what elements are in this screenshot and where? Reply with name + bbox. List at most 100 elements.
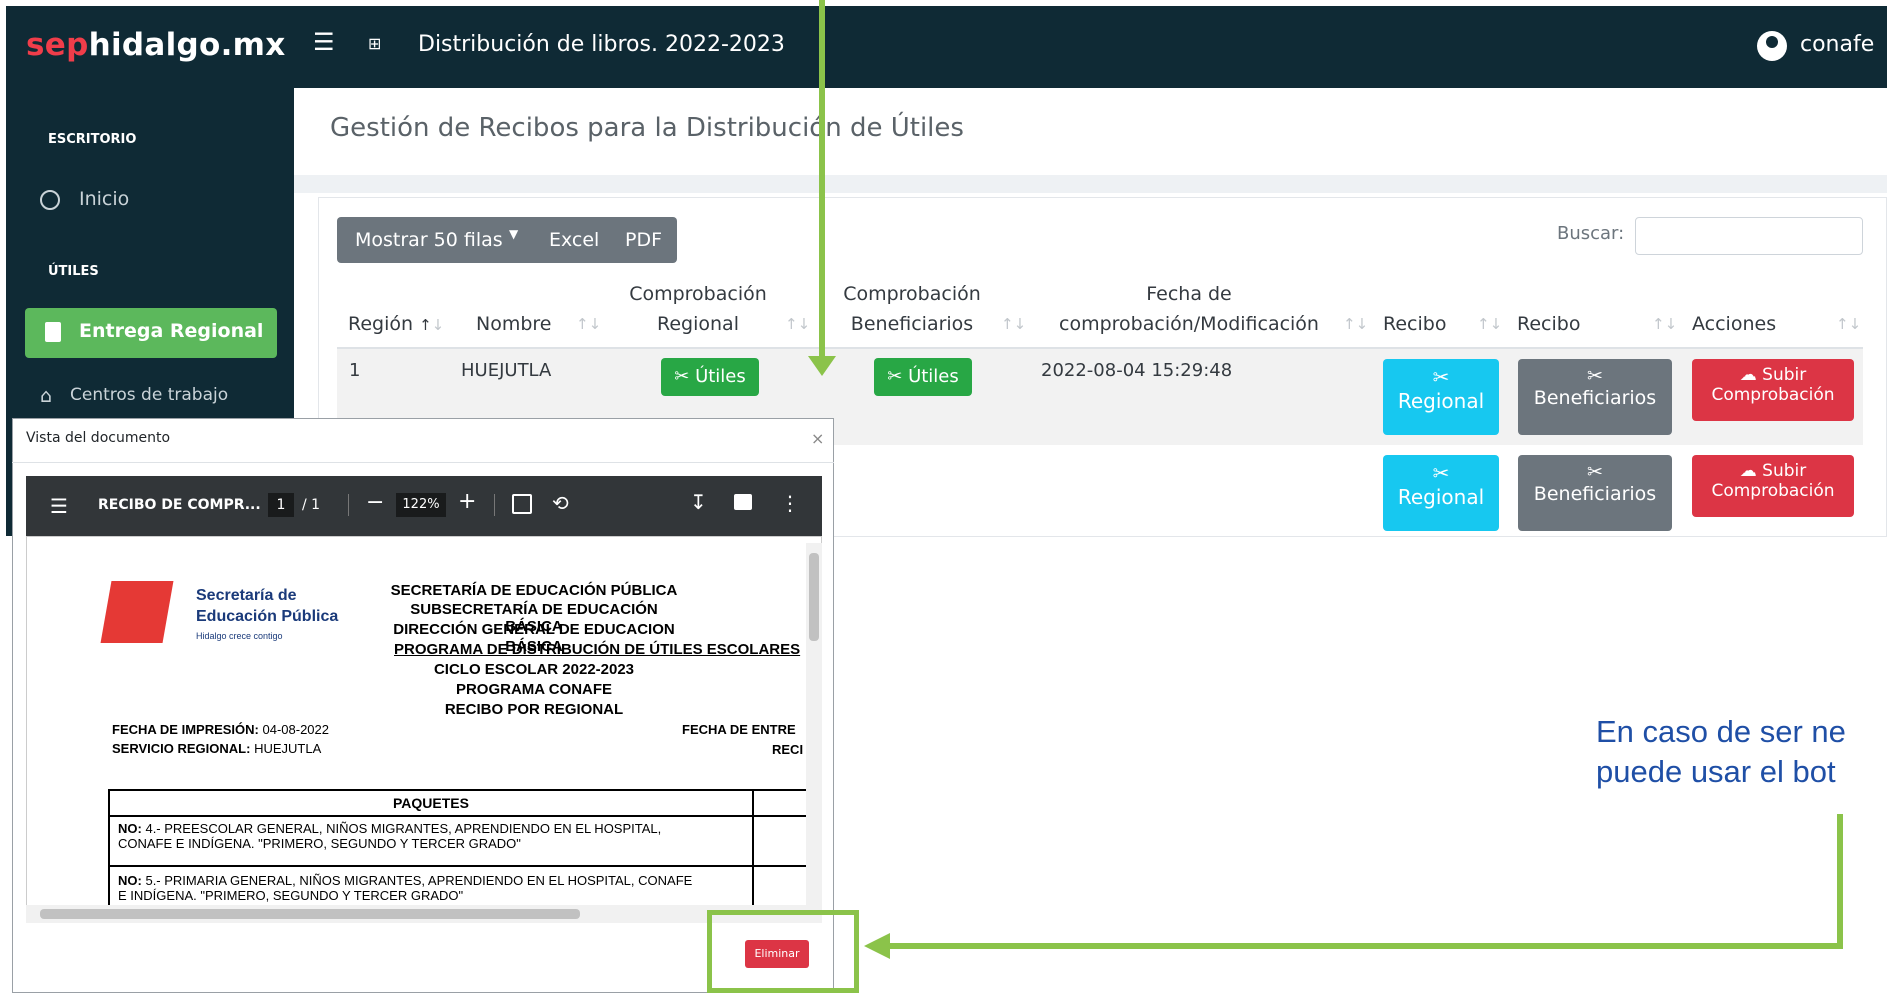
th-recibo-2[interactable]: Recibo — [1517, 309, 1580, 339]
org-slogan: Hidalgo crece contigo — [196, 631, 283, 641]
annotation-arrow-line — [890, 943, 1843, 949]
search-input[interactable] — [1635, 217, 1863, 255]
pdf-toolbar: ☰ RECIBO DE COMPR... 1 / 1 − 122% + ⟲ ↧ … — [26, 476, 822, 536]
org-name-1: Secretaría de — [196, 587, 297, 604]
fit-page-icon[interactable] — [512, 494, 532, 514]
utiles-beneficiarios-button[interactable]: ✂ Útiles — [874, 358, 972, 396]
close-icon[interactable]: × — [811, 429, 824, 448]
th-fecha[interactable]: Fecha de comprobación/Modificación — [1046, 279, 1332, 339]
package-5: NO: 5.- PRIMARIA GENERAL, NIÑOS MIGRANTE… — [118, 873, 693, 903]
vertical-scrollbar[interactable] — [806, 543, 822, 913]
scissors-icon: ✂ — [887, 366, 903, 387]
annotation-arrowhead — [808, 356, 836, 376]
pdf-button[interactable]: PDF — [625, 229, 662, 251]
cell-nombre: HUEJUTLA — [461, 360, 552, 381]
recibo-regional-button[interactable]: ✂ Regional — [1383, 359, 1499, 435]
toolbar-divider — [494, 494, 495, 516]
site-logo[interactable]: sephidalgo.mx — [26, 27, 286, 63]
zoom-level[interactable]: 122% — [396, 493, 446, 517]
th-comprobacion-regional[interactable]: Comprobación Regional — [620, 279, 776, 339]
recibo-beneficiarios-button[interactable]: ✂ Beneficiarios — [1518, 359, 1672, 435]
home-icon: ⌂ — [40, 385, 53, 407]
packages-table: PAQUETES NO: 4.- PREESCOLAR GENERAL, NIÑ… — [108, 789, 806, 911]
packages-header: PAQUETES — [393, 795, 469, 811]
subir-comprobacion-button[interactable]: ☁ Subir Comprobación — [1692, 455, 1854, 517]
sort-icon: ↑↓ — [1477, 315, 1503, 333]
page-title: Gestión de Recibos para la Distribución … — [330, 113, 964, 143]
sidebar-section-utiles: ÚTILES — [48, 264, 99, 279]
recibo-beneficiarios-button[interactable]: ✂ Beneficiarios — [1518, 455, 1672, 531]
pdf-page: Secretaría de Educación Pública Hidalgo … — [34, 543, 806, 911]
page-number-input[interactable]: 1 — [268, 493, 294, 517]
rows-dropdown-button[interactable]: Mostrar 50 filas — [355, 229, 503, 251]
sidebar-item-centros[interactable]: Centros de trabajo — [70, 385, 228, 405]
doc-heading-4: PROGRAMA DE DISTRIBUCIÓN DE ÚTILES ESCOL… — [394, 641, 801, 658]
sort-icon: ↑↓ — [1836, 315, 1862, 333]
user-avatar-icon[interactable] — [1757, 31, 1787, 61]
modal-divider — [12, 462, 834, 463]
doc-recibe: RECI — [772, 742, 804, 757]
zoom-out-icon[interactable]: − — [366, 490, 384, 515]
modal-title: Vista del documento — [26, 430, 171, 446]
pdf-filename: RECIBO DE COMPR... — [98, 497, 261, 513]
sidebar-item-label: Entrega Regional — [79, 320, 264, 342]
dashboard-icon — [40, 190, 60, 210]
zoom-in-icon[interactable]: + — [458, 489, 476, 514]
scissors-icon: ✂ — [1587, 365, 1603, 387]
grid-icon: ⊞ — [368, 34, 382, 53]
table-divider — [752, 791, 754, 911]
export-button-group: Mostrar 50 filas ▼ Excel PDF — [337, 217, 677, 263]
page-total: / 1 — [302, 497, 321, 513]
sidebar-item-entrega-regional[interactable]: Entrega Regional — [25, 308, 277, 358]
th-region[interactable]: Región ↑↓ — [348, 309, 444, 340]
annotation-arrow-line — [1837, 814, 1843, 949]
download-icon[interactable]: ↧ — [690, 490, 707, 514]
annotation-note: En caso de ser ne puede usar el bot — [1596, 714, 1846, 789]
search-label: Buscar: — [1557, 223, 1625, 244]
table-rule — [110, 865, 806, 867]
scissors-icon: ✂ — [1587, 461, 1603, 483]
scroll-thumb[interactable] — [40, 909, 580, 919]
sidebar-section-escritorio: ESCRITORIO — [48, 132, 137, 147]
sort-icon: ↑↓ — [1652, 315, 1678, 333]
app-title: Distribución de libros. 2022-2023 — [418, 32, 785, 57]
doc-servicio-regional: SERVICIO REGIONAL: HUEJUTLA — [112, 741, 322, 756]
doc-heading-5: CICLO ESCOLAR 2022-2023 — [433, 661, 635, 678]
rotate-icon[interactable]: ⟲ — [552, 491, 569, 515]
user-name[interactable]: conafe — [1800, 32, 1874, 57]
toolbar-divider — [348, 494, 349, 516]
sep-logo — [100, 581, 174, 643]
horizontal-scrollbar[interactable] — [26, 905, 822, 923]
scroll-thumb[interactable] — [809, 553, 819, 641]
package-4: NO: 4.- PREESCOLAR GENERAL, NIÑOS MIGRAN… — [118, 821, 662, 851]
doc-heading-6: PROGRAMA CONAFE — [455, 681, 613, 698]
th-acciones[interactable]: Acciones — [1692, 309, 1776, 339]
recibo-regional-button[interactable]: ✂ Regional — [1383, 455, 1499, 531]
doc-heading-7: RECIBO POR REGIONAL — [444, 701, 624, 718]
doc-fecha-entrega: FECHA DE ENTRE — [682, 722, 796, 737]
hamburger-icon[interactable]: ☰ — [313, 28, 335, 56]
file-icon — [45, 322, 61, 342]
sort-icon: ↑↓ — [1343, 315, 1369, 333]
annotation-highlight-box — [707, 910, 859, 993]
excel-button[interactable]: Excel — [549, 229, 599, 251]
top-navbar — [6, 6, 1887, 88]
th-nombre[interactable]: Nombre — [476, 309, 552, 339]
subir-comprobacion-button[interactable]: ☁ Subir Comprobación — [1692, 359, 1854, 421]
utiles-regional-button[interactable]: ✂ Útiles — [661, 358, 759, 396]
cloud-upload-icon: ☁ — [1739, 461, 1757, 481]
header-divider — [294, 175, 1887, 193]
more-options-icon[interactable]: ⋮ — [780, 491, 800, 515]
org-name-2: Educación Pública — [196, 608, 339, 625]
sort-icon: ↑↓ — [576, 315, 602, 333]
scissors-icon: ✂ — [1432, 365, 1450, 389]
sort-icon: ↑↓ — [785, 315, 811, 333]
menu-icon[interactable]: ☰ — [50, 494, 68, 518]
print-icon[interactable] — [734, 494, 752, 510]
annotation-arrow-line — [819, 0, 825, 356]
th-recibo-1[interactable]: Recibo — [1383, 309, 1446, 339]
caret-down-icon: ▼ — [509, 227, 519, 241]
cell-region: 1 — [349, 360, 361, 381]
th-comprobacion-beneficiarios[interactable]: Comprobación Beneficiarios — [834, 279, 990, 339]
sidebar-item-inicio[interactable]: Inicio — [79, 188, 129, 210]
